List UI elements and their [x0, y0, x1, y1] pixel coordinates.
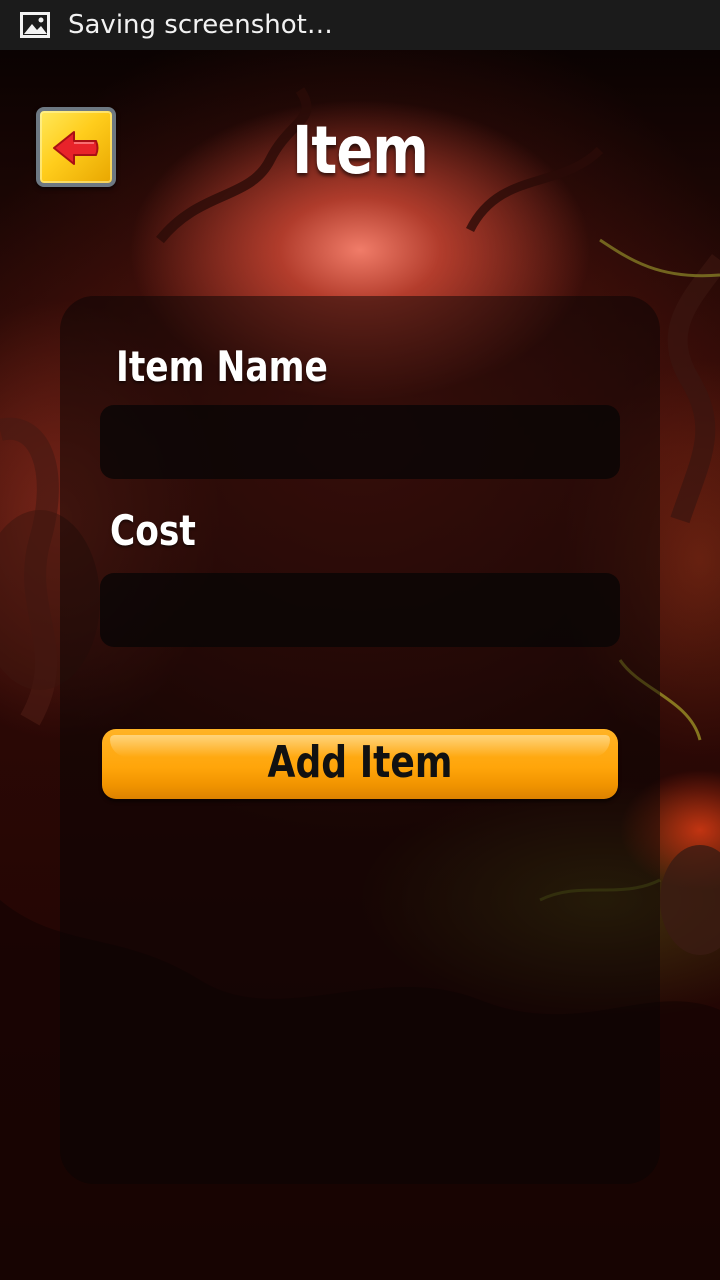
page-title: Item: [292, 112, 429, 189]
add-item-button-label: Add Item: [267, 737, 453, 788]
add-item-button[interactable]: Add Item: [102, 729, 618, 799]
status-bar: Saving screenshot…: [0, 0, 720, 50]
status-text: Saving screenshot…: [68, 10, 333, 40]
cost-label: Cost: [110, 506, 196, 555]
image-icon: [20, 12, 50, 38]
app-screen: Saving screenshot… Item Item Name Cost A…: [0, 0, 720, 1280]
item-name-label: Item Name: [116, 342, 328, 391]
item-name-input[interactable]: [100, 405, 620, 479]
item-form-panel: Item Name Cost Add Item: [60, 296, 660, 1184]
cost-input[interactable]: [100, 573, 620, 647]
